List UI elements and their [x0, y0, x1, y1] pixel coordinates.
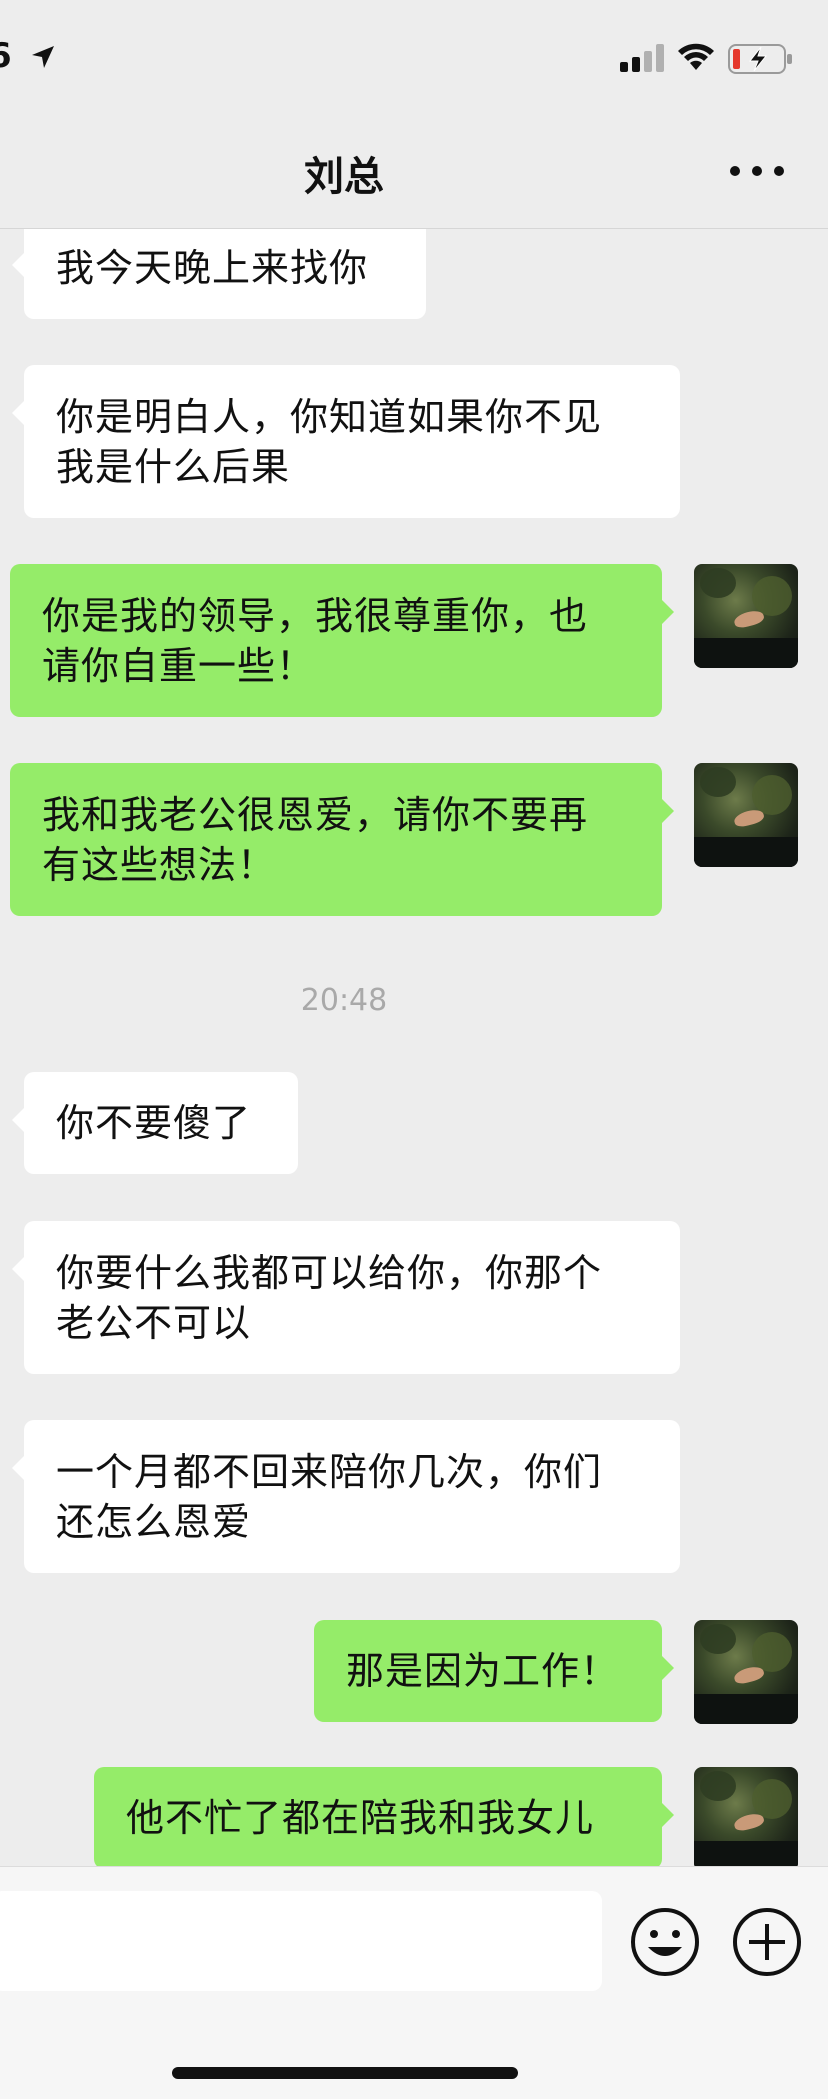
message-bubble[interactable]: 你是我的领导，我很尊重你，也 请你自重一些！ — [10, 564, 674, 717]
chat-title: 刘总 — [304, 154, 384, 200]
message-bubble[interactable]: 一个月都不回来陪你几次，你们 还怎么恩爱 — [12, 1420, 680, 1573]
message-bubble[interactable]: 他不忙了都在陪我和我女儿 — [94, 1767, 674, 1866]
emoji-icon[interactable] — [630, 1907, 700, 1977]
avatar[interactable] — [694, 1620, 798, 1724]
message-bubble[interactable]: 你不要傻了 — [12, 1072, 298, 1174]
chat-header: 刘总 — [0, 110, 828, 229]
home-indicator — [172, 2067, 518, 2079]
message-bubble[interactable]: 你要什么我都可以给你，你那个 老公不可以 — [12, 1221, 680, 1374]
location-arrow-icon — [32, 46, 54, 68]
plus-icon[interactable] — [732, 1907, 802, 1977]
avatar[interactable] — [694, 1767, 798, 1866]
status-bar: 6 — [0, 0, 828, 110]
message-timestamp: 20:48 — [300, 983, 388, 1018]
input-bar — [0, 1866, 828, 2099]
avatar[interactable] — [694, 763, 798, 867]
status-time: 6 — [0, 36, 13, 76]
message-bubble[interactable]: 我和我老公很恩爱，请你不要再 有这些想法！ — [10, 763, 674, 916]
wifi-icon — [678, 43, 714, 70]
message-bubble[interactable]: 我今天晚上来找你 — [12, 229, 426, 319]
message-list[interactable]: 我今天晚上来找你 你是明白人，你知道如果你不见 我是什么后果 你是我的领导，我很… — [0, 229, 828, 1866]
message-input[interactable] — [0, 1891, 602, 1991]
cellular-signal-icon — [620, 44, 664, 72]
message-bubble[interactable]: 你是明白人，你知道如果你不见 我是什么后果 — [12, 365, 680, 518]
message-bubble[interactable]: 那是因为工作！ — [314, 1620, 674, 1722]
avatar[interactable] — [694, 564, 798, 668]
more-dots-icon[interactable] — [730, 166, 784, 178]
battery-low-charging-icon — [728, 44, 792, 74]
